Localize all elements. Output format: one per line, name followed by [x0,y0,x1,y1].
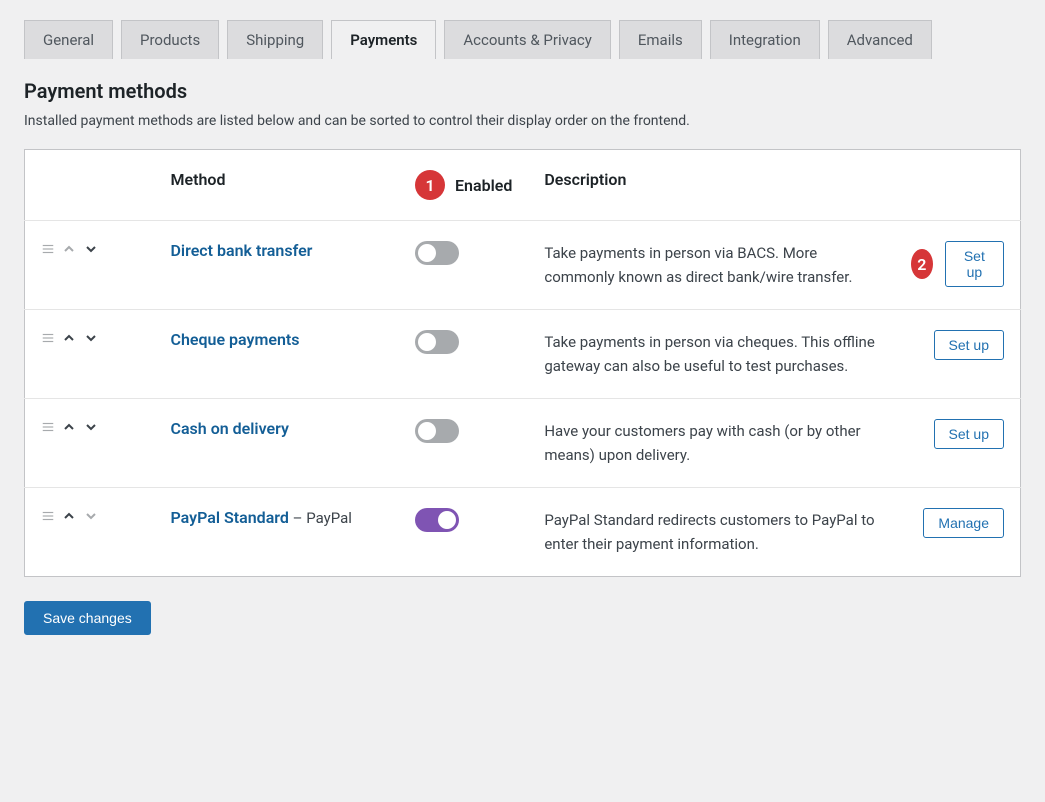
col-header-enabled: 1 Enabled [399,150,528,221]
method-name-cell: PayPal Standard – PayPal [155,488,400,577]
enabled-toggle[interactable] [415,330,459,354]
tab-emails[interactable]: Emails [619,20,702,59]
col-header-action [895,150,1021,221]
tab-integration[interactable]: Integration [710,20,820,59]
manage-button[interactable]: Manage [923,508,1004,538]
annotation-badge-1: 1 [415,170,445,200]
method-description: PayPal Standard redirects customers to P… [528,488,895,577]
section-description: Installed payment methods are listed bel… [24,113,1021,129]
tab-shipping[interactable]: Shipping [227,20,323,59]
drag-handle-icon[interactable] [41,420,55,434]
method-description: Have your customers pay with cash (or by… [528,399,895,488]
table-row: PayPal Standard – PayPalPayPal Standard … [25,488,1021,577]
tab-accounts-privacy[interactable]: Accounts & Privacy [444,20,610,59]
set-up-button[interactable]: Set up [934,419,1004,449]
move-up-icon[interactable] [61,330,77,346]
payment-methods-table: Method 1 Enabled Description Direct bank… [24,149,1021,577]
tab-advanced[interactable]: Advanced [828,20,932,59]
method-suffix: – PayPal [289,509,352,527]
annotation-badge-2: 2 [911,249,933,279]
col-header-method: Method [155,150,400,221]
method-name-cell: Cash on delivery [155,399,400,488]
move-down-icon [83,508,99,524]
move-up-icon [61,241,77,257]
settings-tabs: GeneralProductsShippingPaymentsAccounts … [0,0,1045,59]
method-link[interactable]: Direct bank transfer [171,241,313,260]
method-link[interactable]: Cash on delivery [171,419,289,438]
move-up-icon[interactable] [61,508,77,524]
drag-handle-icon[interactable] [41,509,55,523]
method-description: Take payments in person via BACS. More c… [528,221,895,310]
method-name-cell: Direct bank transfer [155,221,400,310]
tab-products[interactable]: Products [121,20,219,59]
col-header-sort [25,150,155,221]
col-header-description: Description [528,150,895,221]
enabled-toggle[interactable] [415,508,459,532]
set-up-button[interactable]: Set up [945,241,1004,287]
move-down-icon[interactable] [83,330,99,346]
tab-payments[interactable]: Payments [331,20,436,59]
enabled-toggle[interactable] [415,419,459,443]
set-up-button[interactable]: Set up [934,330,1004,360]
col-header-enabled-label: Enabled [455,176,512,195]
save-changes-button[interactable]: Save changes [24,601,151,635]
table-row: Cheque payments Take payments in person v… [25,310,1021,399]
content-wrap: Payment methods Installed payment method… [0,79,1045,659]
drag-handle-icon[interactable] [41,242,55,256]
tab-general[interactable]: General [24,20,113,59]
move-down-icon[interactable] [83,419,99,435]
section-title: Payment methods [24,79,1021,103]
method-link[interactable]: Cheque payments [171,330,300,349]
drag-handle-icon[interactable] [41,331,55,345]
method-link[interactable]: PayPal Standard [171,508,289,527]
table-row: Direct bank transfer Take payments in per… [25,221,1021,310]
method-name-cell: Cheque payments [155,310,400,399]
move-up-icon[interactable] [61,419,77,435]
enabled-toggle[interactable] [415,241,459,265]
method-description: Take payments in person via cheques. Thi… [528,310,895,399]
table-row: Cash on delivery Have your customers pay … [25,399,1021,488]
move-down-icon[interactable] [83,241,99,257]
